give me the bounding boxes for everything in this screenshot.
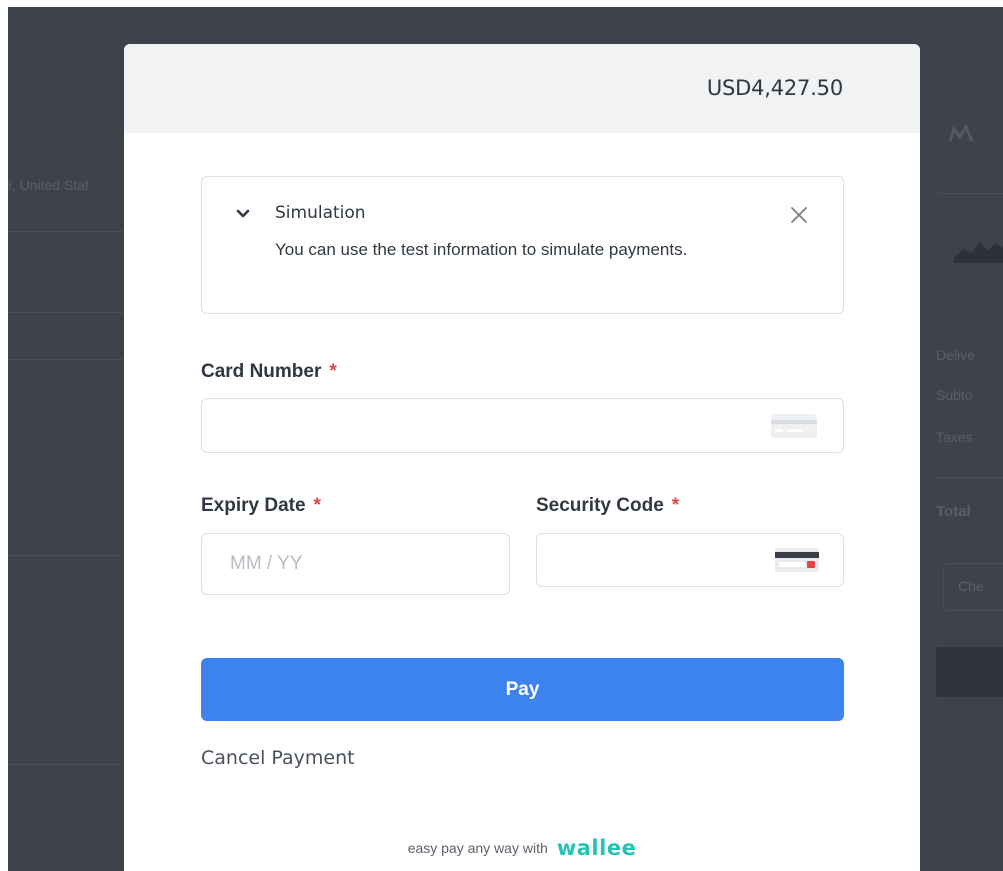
simulation-title: Simulation — [275, 203, 366, 223]
bg-input-field: Che — [943, 563, 1003, 611]
expiry-date-input[interactable] — [202, 534, 509, 594]
bg-divider — [8, 764, 124, 765]
footer-tagline: easy pay any way with — [407, 840, 548, 856]
required-marker: * — [671, 495, 680, 516]
bg-total-label: Total — [936, 503, 971, 520]
security-code-label: Security Code * — [536, 495, 680, 516]
powered-by-footer: easy pay any way with wallee — [124, 836, 920, 860]
expiry-date-field[interactable] — [201, 533, 510, 595]
bg-divider — [8, 359, 124, 360]
pay-button[interactable]: Pay — [201, 658, 844, 721]
expiry-date-label: Expiry Date * — [201, 495, 321, 516]
card-number-label: Card Number * — [201, 361, 337, 382]
product-logo-thumbnail — [948, 123, 974, 142]
payment-modal: USD4,427.50 Simulation You can use the t… — [124, 44, 920, 871]
security-code-field[interactable] — [536, 533, 844, 587]
bg-delivery-label: Delive — [936, 347, 975, 363]
bg-divider — [8, 555, 124, 556]
bg-taxes-label: Taxes — [936, 429, 973, 445]
card-number-input[interactable] — [202, 399, 843, 452]
bg-divider — [8, 312, 124, 313]
bg-subtotal-label: Subto — [936, 387, 973, 403]
required-marker: * — [329, 361, 337, 382]
cvc-card-icon — [775, 548, 819, 572]
bg-divider — [8, 231, 124, 232]
bg-action-button — [936, 647, 1003, 697]
simulation-description: You can use the test information to simu… — [275, 240, 688, 259]
product-image-thumbnail — [954, 241, 1003, 263]
required-marker: * — [313, 495, 321, 516]
card-number-field[interactable] — [201, 398, 844, 453]
payment-amount: USD4,427.50 — [706, 76, 843, 100]
close-icon[interactable] — [789, 205, 809, 225]
card-icon — [771, 414, 817, 438]
modal-header: USD4,427.50 — [124, 44, 920, 133]
bg-divider — [938, 193, 1003, 194]
wallee-logo: wallee — [556, 836, 637, 860]
simulation-panel: Simulation You can use the test informat… — [201, 176, 844, 314]
bg-divider — [936, 477, 1003, 478]
bg-address-text: 8, United Stat — [8, 177, 89, 193]
cancel-payment-link[interactable]: Cancel Payment — [201, 747, 355, 769]
chevron-down-icon[interactable] — [236, 209, 250, 219]
